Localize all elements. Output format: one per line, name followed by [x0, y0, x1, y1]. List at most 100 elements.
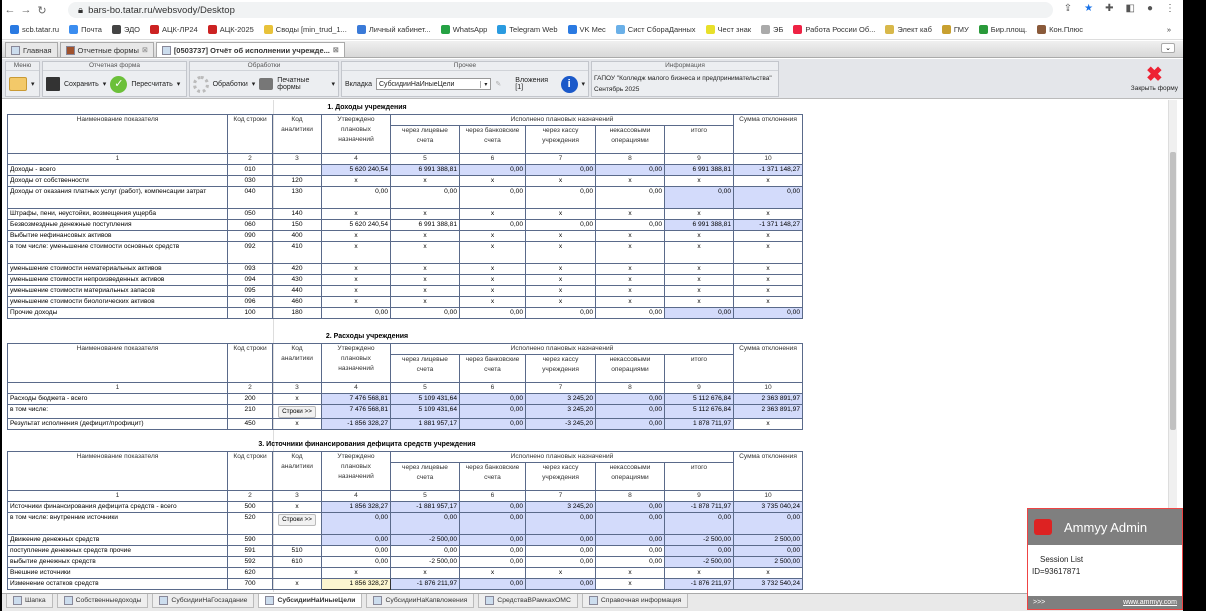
value-cell[interactable]: 0,00: [525, 556, 596, 568]
value-cell[interactable]: x: [664, 296, 734, 308]
value-cell[interactable]: 0,00: [459, 512, 526, 535]
value-cell[interactable]: x: [595, 274, 665, 286]
value-cell[interactable]: -1 371 148,27: [733, 219, 803, 231]
attachments-button[interactable]: Вложения [1]: [515, 77, 557, 91]
value-cell[interactable]: x: [664, 567, 734, 579]
value-cell[interactable]: x: [733, 567, 803, 579]
value-cell[interactable]: -1 856 328,27: [321, 418, 391, 430]
value-cell[interactable]: 0,00: [595, 501, 665, 513]
value-cell[interactable]: 0,00: [321, 556, 391, 568]
value-cell[interactable]: x: [733, 175, 803, 187]
value-cell[interactable]: x: [390, 274, 460, 286]
value-cell[interactable]: x: [525, 175, 596, 187]
rows-button[interactable]: Строки >>: [278, 514, 316, 526]
value-cell[interactable]: x: [733, 285, 803, 297]
value-cell[interactable]: 0,00: [390, 186, 460, 209]
dropdown-arrow-icon[interactable]: ▾: [31, 80, 35, 88]
value-cell[interactable]: 0,00: [525, 534, 596, 546]
value-cell[interactable]: x: [459, 208, 526, 220]
value-cell[interactable]: 7 476 568,81: [321, 404, 391, 419]
value-cell[interactable]: 0,00: [595, 164, 665, 176]
value-cell[interactable]: x: [321, 208, 391, 220]
value-cell[interactable]: x: [733, 296, 803, 308]
value-cell[interactable]: 0,00: [525, 512, 596, 535]
value-cell[interactable]: 0,00: [390, 545, 460, 557]
value-cell[interactable]: 6 991 388,81: [664, 164, 734, 176]
tab-report[interactable]: [0503737] Отчёт об исполнении учрежде...…: [155, 42, 345, 57]
bookmarks-more[interactable]: »: [1167, 25, 1171, 34]
value-cell[interactable]: 0,00: [321, 512, 391, 535]
close-icon[interactable]: ⊠: [333, 46, 339, 54]
value-cell[interactable]: 0,00: [525, 219, 596, 231]
value-cell[interactable]: 0,00: [595, 556, 665, 568]
value-cell[interactable]: 0,00: [321, 545, 391, 557]
value-cell[interactable]: 0,00: [733, 186, 803, 209]
bookmark-item[interactable]: Бир.площ.: [978, 25, 1027, 35]
value-cell[interactable]: 0,00: [595, 418, 665, 430]
value-cell[interactable]: x: [595, 567, 665, 579]
value-cell[interactable]: 0,00: [459, 545, 526, 557]
save-button[interactable]: Сохранить: [64, 81, 99, 88]
star-icon[interactable]: ★: [1084, 3, 1093, 14]
value-cell[interactable]: 0,00: [664, 307, 734, 319]
value-cell[interactable]: x: [390, 208, 460, 220]
value-cell[interactable]: 0,00: [595, 512, 665, 535]
value-cell[interactable]: x: [664, 285, 734, 297]
value-cell[interactable]: 2 500,00: [733, 556, 803, 568]
value-cell[interactable]: x: [459, 296, 526, 308]
print-forms-button[interactable]: Печатные формы: [277, 77, 327, 91]
value-cell[interactable]: 5 109 431,64: [390, 404, 460, 419]
value-cell[interactable]: x: [595, 230, 665, 242]
value-cell[interactable]: x: [321, 263, 391, 275]
value-cell[interactable]: x: [525, 285, 596, 297]
value-cell[interactable]: 1 878 711,97: [664, 418, 734, 430]
ammyy-more[interactable]: >>>: [1033, 599, 1045, 606]
value-cell[interactable]: x: [459, 263, 526, 275]
bookmark-item[interactable]: ЭДО: [111, 25, 140, 35]
profile-icon[interactable]: ●: [1147, 3, 1153, 14]
value-cell[interactable]: x: [525, 567, 596, 579]
value-cell[interactable]: 0,00: [595, 307, 665, 319]
value-cell[interactable]: x: [525, 241, 596, 264]
value-cell[interactable]: -2 500,00: [390, 534, 460, 546]
value-cell[interactable]: 6 991 388,81: [390, 219, 460, 231]
value-cell[interactable]: 0,00: [459, 534, 526, 546]
sheet-tab[interactable]: СубсидииНаИныеЦели: [258, 594, 363, 608]
paperclip-icon[interactable]: ✎: [495, 80, 501, 88]
save-icon[interactable]: [46, 77, 60, 91]
value-cell[interactable]: 0,00: [321, 534, 391, 546]
bookmark-item[interactable]: Своды [min_trud_1...: [263, 25, 347, 35]
value-cell[interactable]: 6 991 388,81: [664, 219, 734, 231]
bookmark-item[interactable]: WhatsApp: [440, 25, 487, 35]
value-cell[interactable]: 5 112 676,84: [664, 393, 734, 405]
check-icon[interactable]: ✓: [110, 75, 128, 93]
bookmark-item[interactable]: АЦК-2025: [207, 25, 254, 35]
value-cell[interactable]: x: [321, 274, 391, 286]
value-cell[interactable]: x: [595, 208, 665, 220]
tab-select[interactable]: СубсидииНаИныеЦели ▾: [375, 78, 492, 90]
value-cell[interactable]: 0,00: [459, 307, 526, 319]
value-cell[interactable]: 0,00: [459, 393, 526, 405]
close-icon[interactable]: ⊠: [142, 46, 148, 54]
value-cell[interactable]: x: [390, 230, 460, 242]
value-cell[interactable]: 1 881 957,17: [390, 418, 460, 430]
value-cell[interactable]: -1 878 711,97: [664, 501, 734, 513]
folder-icon[interactable]: [9, 77, 27, 91]
value-cell[interactable]: x: [525, 263, 596, 275]
value-cell[interactable]: 0,00: [525, 545, 596, 557]
scrollbar-thumb[interactable]: [1170, 152, 1176, 430]
bookmark-item[interactable]: VK Mec: [567, 25, 606, 35]
value-cell[interactable]: 0,00: [664, 186, 734, 209]
bookmark-item[interactable]: Чест знак: [705, 25, 751, 35]
value-cell[interactable]: -1 876 211,97: [390, 578, 460, 590]
value-cell[interactable]: -1 876 211,97: [664, 578, 734, 590]
bookmark-item[interactable]: scb.tatar.ru: [10, 25, 59, 35]
value-cell[interactable]: -1 371 148,27: [733, 164, 803, 176]
value-cell[interactable]: x: [390, 567, 460, 579]
value-cell[interactable]: 0,00: [595, 219, 665, 231]
bookmark-item[interactable]: ЭБ: [761, 25, 783, 35]
value-cell[interactable]: x: [459, 230, 526, 242]
value-cell[interactable]: 0,00: [459, 501, 526, 513]
value-cell[interactable]: x: [595, 578, 665, 590]
sheet-tab[interactable]: СубсидииНаКапвложения: [366, 594, 475, 608]
